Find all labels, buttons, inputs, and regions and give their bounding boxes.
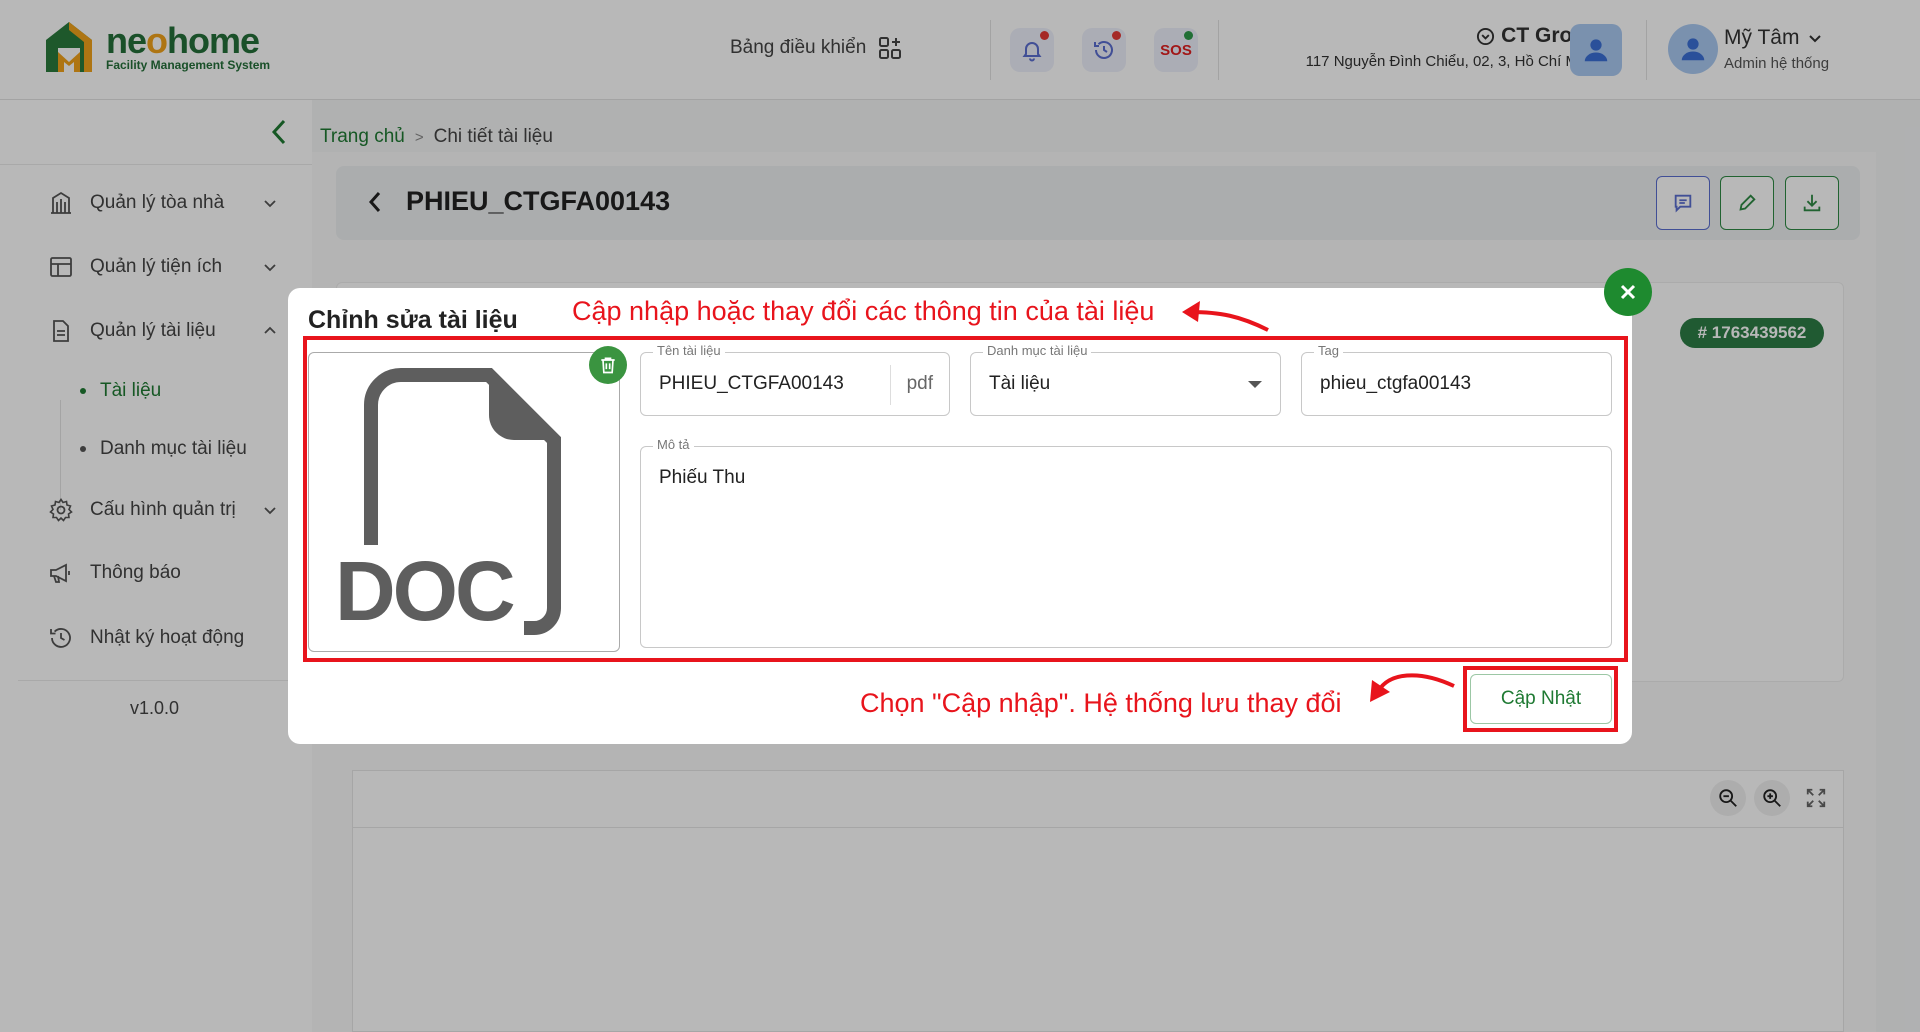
- annotation-text-top: Cập nhập hoặc thay đổi các thông tin của…: [572, 296, 1155, 326]
- annotation-text-bottom: Chọn "Cập nhập". Hệ thống lưu thay đổi: [860, 688, 1342, 718]
- close-modal-button[interactable]: [1604, 268, 1652, 316]
- modal-title: Chỉnh sửa tài liệu: [308, 306, 518, 334]
- annotation-highlight-form: [303, 336, 1628, 662]
- annotation-highlight-update: [1463, 666, 1618, 732]
- close-icon: [1620, 284, 1636, 300]
